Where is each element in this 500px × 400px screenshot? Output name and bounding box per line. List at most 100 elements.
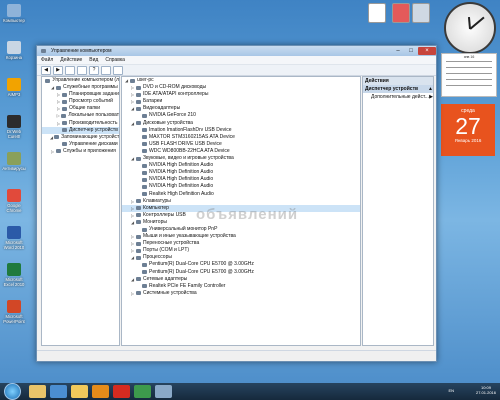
- expander-icon[interactable]: ◢: [130, 155, 135, 162]
- expander-icon[interactable]: ▷: [56, 98, 61, 105]
- menu-view[interactable]: Вид: [89, 57, 98, 63]
- desktop-icon[interactable]: Microsoft Excel 2010: [2, 263, 26, 287]
- desktop-icon[interactable]: Корзина: [2, 41, 26, 60]
- calendar-month-gadget[interactable]: янв 16: [441, 53, 497, 97]
- console-tree-item[interactable]: ▷ Службы и приложения: [42, 148, 119, 155]
- desktop-icon[interactable]: Компьютер: [2, 4, 26, 23]
- more-actions-link[interactable]: Дополнительные дейст... ▶: [363, 93, 433, 101]
- device-tree-item[interactable]: ▷ Порты (COM и LPT): [122, 247, 360, 254]
- device-tree-item[interactable]: ▷ Системные устройства: [122, 290, 360, 297]
- expander-icon[interactable]: ▷: [130, 240, 135, 247]
- device-tree-item[interactable]: Realtek PCIe FE Family Controller: [122, 283, 360, 290]
- title-bar[interactable]: Управление компьютером – □ ×: [37, 46, 436, 56]
- console-tree-item[interactable]: ▷ Планировщик задани: [42, 91, 119, 98]
- device-tree-item[interactable]: WDC WD800BB-22HCA ATA Device: [122, 148, 360, 155]
- expander-icon[interactable]: ▷: [130, 233, 135, 240]
- up-icon[interactable]: [65, 65, 75, 75]
- device-tree-item[interactable]: Realtek High Definition Audio: [122, 191, 360, 198]
- gadget-media[interactable]: [392, 3, 410, 23]
- expander-icon[interactable]: ◢: [130, 254, 135, 261]
- device-tree-item[interactable]: ◢ Процессоры: [122, 254, 360, 261]
- expander-icon[interactable]: ▷: [56, 105, 61, 112]
- expander-icon[interactable]: ◢: [124, 77, 129, 84]
- device-tree-item[interactable]: ◢ user-pc: [122, 77, 360, 84]
- view-icon[interactable]: [101, 65, 111, 75]
- console-tree-item[interactable]: ◢ Запоминающие устройства: [42, 134, 119, 141]
- device-tree-item[interactable]: Универсальный монитор PnP: [122, 226, 360, 233]
- device-tree-item[interactable]: ◢ Звуковые, видео и игровые устройства: [122, 155, 360, 162]
- expander-icon[interactable]: ◢: [130, 105, 135, 112]
- clock-gadget[interactable]: [444, 2, 496, 54]
- scan-hardware-icon[interactable]: [113, 65, 123, 75]
- desktop-icon[interactable]: Dr.Web CureIt!: [2, 115, 26, 139]
- expander-icon[interactable]: ▷: [50, 148, 55, 155]
- device-tree-item[interactable]: ◢ Видеоадаптеры: [122, 105, 360, 112]
- properties-icon[interactable]: [77, 65, 87, 75]
- expander-icon[interactable]: ▷: [130, 205, 135, 212]
- expander-icon[interactable]: ▷: [130, 98, 135, 105]
- console-tree-item[interactable]: ▷ Локальные пользоват: [42, 112, 119, 119]
- console-tree-item[interactable]: Управление дисками: [42, 141, 119, 148]
- taskbar-aimp-button[interactable]: [92, 385, 109, 398]
- start-button[interactable]: [4, 383, 21, 400]
- device-tree-item[interactable]: NVIDIA GeForce 210: [122, 112, 360, 119]
- console-tree-item[interactable]: ▷ Общие папки: [42, 105, 119, 112]
- expander-icon[interactable]: ◢: [130, 120, 135, 127]
- expander-icon[interactable]: ▷: [56, 120, 61, 127]
- expander-icon[interactable]: ▷: [56, 112, 60, 119]
- desktop-icon[interactable]: Microsoft PowerPoint: [2, 300, 26, 324]
- expander-icon[interactable]: ▷: [130, 247, 135, 254]
- collapse-icon[interactable]: ▲: [428, 85, 433, 93]
- forward-icon[interactable]: ▶: [53, 65, 63, 75]
- clock-tray[interactable]: 10:09 27.01.2016: [476, 385, 496, 395]
- device-tree-item[interactable]: Pentium(R) Dual-Core CPU E5700 @ 3.00GHz: [122, 261, 360, 268]
- console-tree-item[interactable]: ▷ Просмотр событий: [42, 98, 119, 105]
- expander-icon[interactable]: ◢: [130, 276, 135, 283]
- device-tree-item[interactable]: ▷ Мыши и иные указывающие устройства: [122, 233, 360, 240]
- console-tree-item[interactable]: Диспетчер устройств: [42, 126, 119, 134]
- taskbar-media-button[interactable]: [50, 385, 67, 398]
- taskbar-chrome-button[interactable]: [134, 385, 151, 398]
- device-tree-item[interactable]: ◢ Сетевые адаптеры: [122, 276, 360, 283]
- device-tree-item[interactable]: Imation ImationFlashDrv USB Device: [122, 127, 360, 134]
- taskbar-folder-button[interactable]: [71, 385, 88, 398]
- device-tree-item[interactable]: USB FLASH DRIVE USB Device: [122, 141, 360, 148]
- console-tree-item[interactable]: ◢ Служебные программы: [42, 84, 119, 91]
- expander-icon[interactable]: ◢: [50, 134, 53, 141]
- maximize-button[interactable]: □: [405, 47, 417, 55]
- taskbar-yandex-button[interactable]: [113, 385, 130, 398]
- device-tree-item[interactable]: NVIDIA High Definition Audio: [122, 183, 360, 190]
- taskbar-explorer-button[interactable]: [29, 385, 46, 398]
- desktop-icon[interactable]: AIMP3: [2, 78, 26, 97]
- device-tree-item[interactable]: ▷ IDE ATA/ATAPI контроллеры: [122, 91, 360, 98]
- device-tree-item[interactable]: MAXTOR STM3160215AS ATA Device: [122, 134, 360, 141]
- gadget-weather[interactable]: [412, 3, 430, 23]
- language-indicator[interactable]: EN: [448, 388, 454, 393]
- console-tree-item[interactable]: Управление компьютером (л: [42, 77, 119, 84]
- expander-icon[interactable]: ◢: [130, 219, 135, 226]
- console-tree-item[interactable]: ▷ Производительность: [42, 120, 119, 127]
- device-tree-item[interactable]: Pentium(R) Dual-Core CPU E5700 @ 3.00GHz: [122, 269, 360, 276]
- device-tree-item[interactable]: NVIDIA High Definition Audio: [122, 169, 360, 176]
- device-tree-item[interactable]: ▷ Клавиатуры: [122, 198, 360, 205]
- menu-action[interactable]: Действие: [60, 57, 82, 63]
- menu-help[interactable]: Справка: [105, 57, 125, 63]
- menu-file[interactable]: Файл: [41, 57, 53, 63]
- help-icon[interactable]: ?: [89, 65, 99, 75]
- device-tree-item[interactable]: ▷ DVD и CD-ROM дисководы: [122, 84, 360, 91]
- desktop-icon[interactable]: Google Chrome: [2, 189, 26, 213]
- taskbar-computer-mgmt-button[interactable]: [155, 385, 172, 398]
- gadget-slideshow[interactable]: [368, 3, 386, 23]
- expander-icon[interactable]: ▷: [130, 198, 135, 205]
- device-tree-item[interactable]: NVIDIA High Definition Audio: [122, 176, 360, 183]
- expander-icon[interactable]: ▷: [130, 84, 135, 91]
- desktop-icon[interactable]: Microsoft Word 2010: [2, 226, 26, 250]
- minimize-button[interactable]: –: [392, 47, 404, 55]
- desktop-icon[interactable]: Антивирусы: [2, 152, 26, 171]
- actions-section[interactable]: Диспетчер устройств ▲: [363, 85, 433, 93]
- expander-icon[interactable]: ▷: [130, 212, 135, 219]
- back-icon[interactable]: ◀: [41, 65, 51, 75]
- device-tree-item[interactable]: NVIDIA High Definition Audio: [122, 162, 360, 169]
- close-button[interactable]: ×: [418, 47, 436, 55]
- device-tree-item[interactable]: ▷ Батареи: [122, 98, 360, 105]
